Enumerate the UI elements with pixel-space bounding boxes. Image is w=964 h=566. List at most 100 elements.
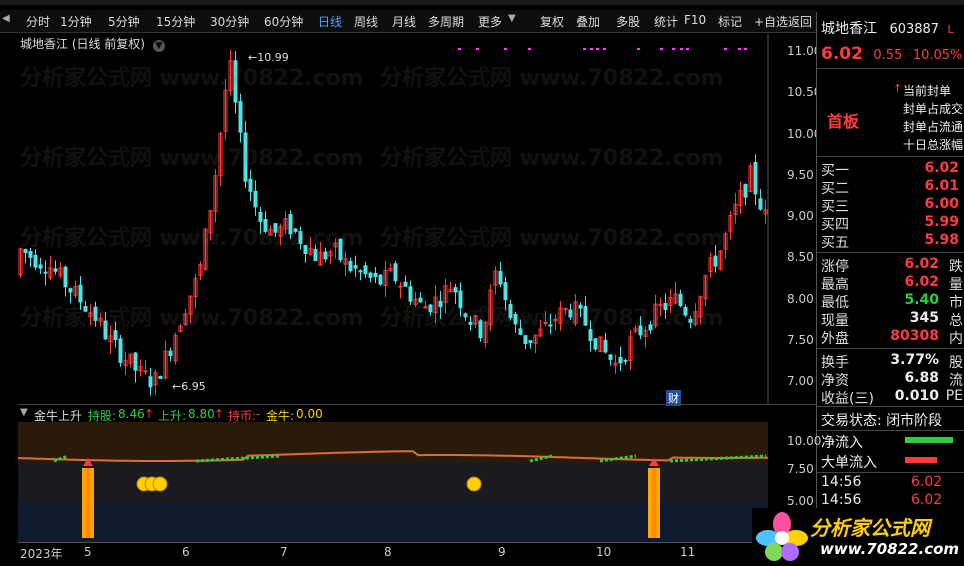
quote-label: 收益(三): [821, 391, 874, 407]
shangsheng-value: 8.80: [188, 407, 215, 421]
quote-row: 现量 345 总: [821, 310, 963, 329]
indicator-header: ▼ 金牛上升 持股: 8.46 ↑ 上升: 8.80 ↑ 持币: - 金牛: 0…: [18, 404, 816, 423]
indicator-tick: 5.00: [787, 494, 814, 508]
tool-f10-btn[interactable]: F10: [684, 13, 706, 27]
note-line: 十日总涨幅: [903, 138, 964, 152]
quote-value: 345: [909, 310, 939, 326]
divider: [817, 430, 964, 431]
netflow-label: 净流入: [821, 435, 863, 451]
quote-value: 5.40: [904, 292, 939, 308]
divider: [817, 68, 964, 69]
quote-tail: 流: [949, 373, 963, 389]
quote-label: 买四: [821, 217, 849, 233]
date-tick: 2023年: [20, 547, 63, 561]
divider: [817, 348, 964, 349]
chibi-value: -: [256, 407, 261, 421]
stock-price-row: 6.02 0.55 10.05%: [821, 44, 963, 64]
price-tick: 8.00: [787, 291, 814, 306]
quote-tail: PE: [945, 388, 963, 404]
logo-url: www.70822.com: [820, 540, 960, 558]
date-tick: 6: [182, 545, 190, 559]
quote-row: 涨停 6.02 跌: [821, 256, 963, 275]
quote-value: 5.99: [924, 214, 959, 230]
note-line: 封单占成交: [903, 102, 964, 116]
quote-tail: 量: [949, 277, 963, 293]
back-button[interactable]: 返回: [788, 13, 812, 30]
tick-row: 14:56 6.02: [821, 474, 963, 492]
chigu-value: 8.46: [118, 407, 145, 421]
trade-state: 交易状态: 闭市阶段: [821, 410, 963, 429]
period-day[interactable]: 日线: [318, 13, 342, 30]
quote-row: 最高 6.02 量: [821, 274, 963, 293]
quote-label: 买一: [821, 163, 849, 179]
quote-row: 收益(三) 0.010 PE: [821, 388, 963, 407]
period-month[interactable]: 月线: [392, 13, 416, 30]
collapse-arrow-icon[interactable]: ◀: [2, 13, 10, 24]
indicator-bg-top: [18, 422, 768, 462]
period-60min[interactable]: 60分钟: [264, 13, 303, 30]
quote-value: 5.98: [924, 232, 959, 248]
period-30min[interactable]: 30分钟: [210, 13, 249, 30]
period-multi[interactable]: 多周期: [428, 13, 464, 30]
quote-row: 外盘 80308 内: [821, 328, 963, 347]
period-fenshi[interactable]: 分时: [26, 13, 50, 30]
quote-value: 6.02: [904, 256, 939, 272]
divider: [817, 472, 964, 473]
quote-label: 外盘: [821, 331, 849, 347]
tick-price: 6.02: [911, 474, 943, 490]
tool-zixuan-btn[interactable]: +自选: [754, 13, 788, 30]
period-15min[interactable]: 15分钟: [156, 13, 195, 30]
divider: [817, 156, 964, 157]
shouban-badge: 首板: [827, 112, 860, 131]
tick-price: 6.02: [911, 492, 943, 508]
quote-value: 6.00: [924, 196, 959, 212]
trade-state-label: 交易状态: 闭市阶段: [821, 413, 943, 429]
logo-cn: 分析家公式网: [810, 516, 930, 540]
quote-value: 6.88: [904, 370, 939, 386]
quote-label: 最高: [821, 277, 849, 293]
quote-label: 净资: [821, 373, 849, 389]
period-more[interactable]: 更多: [478, 13, 502, 30]
date-tick: 10: [596, 545, 612, 559]
indicator-chart[interactable]: [18, 422, 768, 542]
kline-low-label: ←6.95: [172, 380, 206, 393]
tool-diejia[interactable]: 叠加: [576, 13, 600, 30]
chevron-down-icon[interactable]: ▼: [20, 407, 28, 418]
tick-time: 14:56: [821, 474, 862, 490]
period-week[interactable]: 周线: [354, 13, 378, 30]
date-tick: 8: [384, 545, 392, 559]
quote-label: 换手: [821, 355, 849, 371]
tool-biaoji-btn[interactable]: 标记: [718, 13, 742, 30]
stock-code: 603887: [889, 22, 940, 37]
quote-row: 买一 6.02: [821, 160, 963, 179]
netflow-bar: [905, 437, 953, 443]
period-1min[interactable]: 1分钟: [60, 13, 92, 30]
quote-value: 6.02: [904, 274, 939, 290]
chevron-down-icon[interactable]: ▼: [508, 13, 516, 24]
tool-duogu[interactable]: 多股: [616, 13, 640, 30]
quote-value: 6.01: [924, 178, 959, 194]
quote-tail: 股: [949, 355, 963, 371]
signal-column-core: [652, 468, 656, 538]
date-tick: 9: [498, 545, 506, 559]
quote-tail: 总: [949, 313, 963, 329]
last-price: 6.02: [821, 44, 863, 64]
quote-row: 换手 3.77% 股: [821, 352, 963, 371]
date-tick: 11: [680, 545, 696, 559]
date-axis: 2023年 5 6 7 8 9 10 11: [18, 542, 816, 563]
period-5min[interactable]: 5分钟: [108, 13, 140, 30]
price-axis-lines: [767, 34, 769, 404]
quote-label: 买二: [821, 181, 849, 197]
quote-row: 买五 5.98: [821, 232, 963, 251]
note-line: 封单占流通: [903, 120, 964, 134]
quote-value: 6.02: [924, 160, 959, 176]
jinniu-value: 0.00: [296, 407, 323, 421]
quote-value: 3.77%: [890, 352, 939, 368]
change-pct: 10.05%: [912, 48, 963, 63]
flower-icon: [756, 512, 808, 561]
tool-tongji[interactable]: 统计: [654, 13, 678, 30]
coin-icon: [466, 476, 482, 492]
tool-fuquan[interactable]: 复权: [540, 13, 564, 30]
price-tick: 9.50: [787, 167, 814, 182]
date-tick: 7: [280, 545, 288, 559]
